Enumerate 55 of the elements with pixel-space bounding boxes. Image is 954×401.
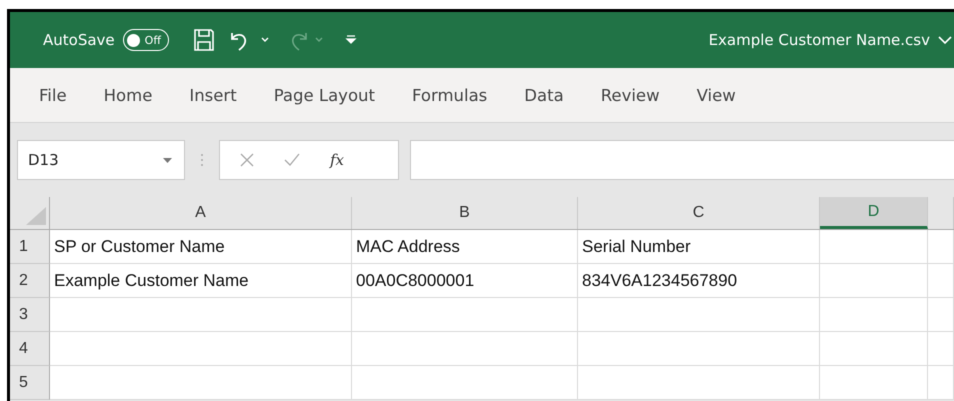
save-icon[interactable]: [192, 28, 215, 52]
table-cell[interactable]: [50, 332, 352, 366]
table-cell[interactable]: [928, 332, 954, 366]
table-cell[interactable]: [50, 366, 352, 400]
row-header[interactable]: 3: [10, 298, 50, 332]
column-header[interactable]: D: [820, 197, 928, 229]
table-cell[interactable]: [578, 332, 820, 366]
row-header[interactable]: 2: [10, 264, 50, 298]
table-cell[interactable]: [50, 298, 352, 332]
row-header[interactable]: 1: [10, 230, 50, 264]
select-all-icon[interactable]: [26, 207, 46, 225]
check-icon[interactable]: [284, 153, 300, 167]
autosave-toggle[interactable]: Off: [122, 29, 169, 51]
chevron-down-icon[interactable]: [938, 35, 952, 45]
dropdown-icon[interactable]: [163, 158, 172, 162]
table-cell[interactable]: SP or Customer Name: [50, 230, 352, 264]
table-cell[interactable]: [820, 366, 928, 400]
table-cell[interactable]: Serial Number: [578, 230, 820, 264]
table-cell[interactable]: [928, 366, 954, 400]
table-cell[interactable]: [820, 264, 928, 298]
table-cell[interactable]: [928, 230, 954, 264]
ribbon-tab[interactable]: Review: [588, 86, 673, 104]
table-cell[interactable]: [352, 298, 578, 332]
autosave-label: AutoSave: [43, 31, 115, 49]
ribbon-tab[interactable]: Page Layout: [260, 86, 388, 104]
ribbon-tab[interactable]: Insert: [176, 86, 250, 104]
column-header[interactable]: B: [352, 197, 578, 229]
table-cell[interactable]: [820, 230, 928, 264]
table-cell[interactable]: [928, 298, 954, 332]
table-cell[interactable]: [578, 298, 820, 332]
table-cell[interactable]: Example Customer Name: [50, 264, 352, 298]
table-cell[interactable]: [352, 366, 578, 400]
ribbon-tab[interactable]: Data: [511, 86, 577, 104]
table-cell[interactable]: [820, 298, 928, 332]
name-box[interactable]: D13: [17, 140, 185, 180]
cancel-icon[interactable]: [240, 153, 254, 167]
row-header[interactable]: 4: [10, 332, 50, 366]
file-name[interactable]: Example Customer Name.csv: [708, 31, 930, 49]
ribbon-tab[interactable]: File: [26, 86, 80, 104]
ribbon-tab[interactable]: View: [684, 86, 749, 104]
row-header[interactable]: 5: [10, 366, 50, 400]
table-cell[interactable]: [928, 264, 954, 298]
table-cell[interactable]: [352, 332, 578, 366]
grip-icon[interactable]: [200, 152, 204, 168]
table-cell[interactable]: [578, 366, 820, 400]
insert-function-button[interactable]: fx: [330, 151, 344, 169]
column-header[interactable]: A: [50, 197, 352, 229]
ribbon-tab[interactable]: Home: [90, 86, 166, 104]
formula-input[interactable]: [410, 140, 954, 180]
table-cell[interactable]: 834V6A1234567890: [578, 264, 820, 298]
table-cell[interactable]: MAC Address: [352, 230, 578, 264]
table-cell[interactable]: [820, 332, 928, 366]
ribbon-tab[interactable]: Formulas: [398, 86, 500, 104]
table-cell[interactable]: 00A0C8000001: [352, 264, 578, 298]
customize-icon[interactable]: [344, 34, 357, 46]
